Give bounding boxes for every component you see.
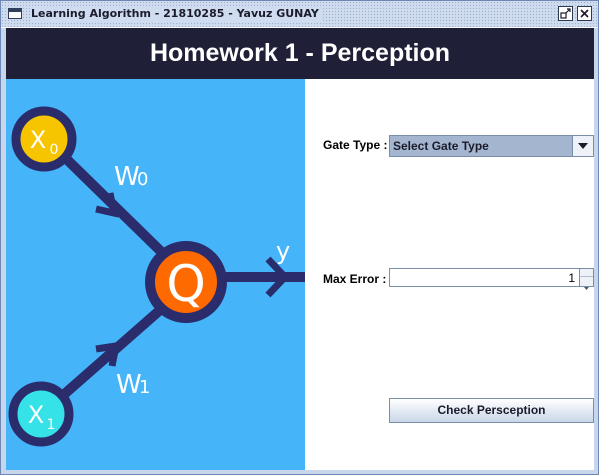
window-icon (8, 8, 22, 19)
controls-panel: Gate Type : Select Gate Type Max Error :… (305, 79, 594, 470)
perceptron-diagram: X 0 X 1 W 0 W 1 Q y (8, 106, 305, 447)
input1-label: X (28, 401, 44, 429)
window-title: Learning Algorithm - 21810285 - Yavuz GU… (31, 6, 323, 22)
max-error-label: Max Error : (323, 272, 387, 286)
weight1-label: W (116, 370, 142, 400)
input0-subscript: 0 (50, 142, 59, 158)
max-error-spinner[interactable]: 1 (389, 268, 594, 290)
input1-subscript: 1 (47, 417, 56, 433)
perceptron-diagram-panel: X 0 X 1 W 0 W 1 Q y (6, 79, 305, 470)
gate-type-label: Gate Type : (323, 138, 388, 152)
app-window: Learning Algorithm - 21810285 - Yavuz GU… (0, 0, 599, 475)
check-perception-button[interactable]: Check Persception (389, 398, 594, 423)
weight0-subscript: 0 (137, 169, 148, 190)
max-error-value: 1 (568, 271, 575, 285)
neuron-label: Q (166, 255, 205, 313)
window-border-bottom (1, 470, 598, 474)
dropdown-button[interactable] (572, 136, 593, 156)
page-title: Homework 1 - Perception (149, 39, 451, 67)
output-label: y (276, 237, 290, 265)
spinner-decrement-button[interactable] (579, 277, 593, 290)
input0-label: X (30, 126, 46, 154)
gate-type-select[interactable]: Select Gate Type (389, 135, 594, 157)
close-button[interactable] (577, 6, 592, 21)
gate-type-selected-value: Select Gate Type (393, 139, 489, 153)
restore-button[interactable] (558, 6, 573, 21)
title-bar[interactable]: Learning Algorithm - 21810285 - Yavuz GU… (1, 1, 598, 27)
weight1-subscript: 1 (139, 377, 150, 398)
close-icon (580, 9, 589, 18)
spinner-increment-button[interactable] (579, 269, 593, 282)
window-border-right (594, 28, 598, 474)
header-banner: Homework 1 - Perception (6, 28, 594, 79)
chevron-down-icon (578, 143, 588, 149)
restore-icon (560, 8, 571, 19)
weight0-label: W (114, 162, 140, 192)
chevron-down-icon (584, 287, 589, 290)
